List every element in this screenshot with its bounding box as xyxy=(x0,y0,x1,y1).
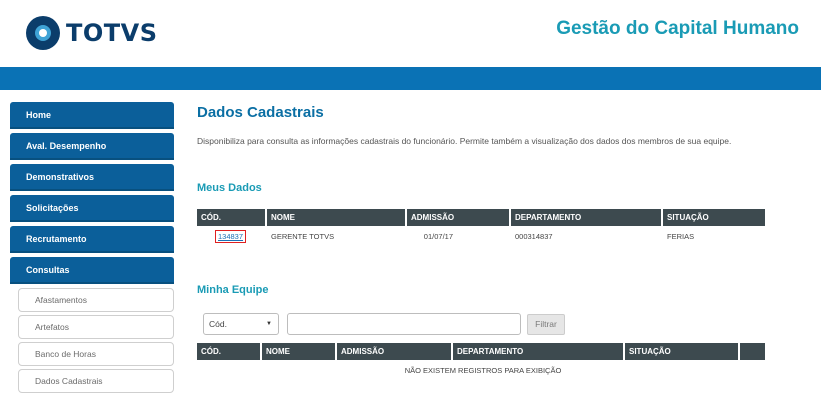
cell-situacao: FERIAS xyxy=(667,231,695,241)
col-header-situacao[interactable]: SITUAÇÃO xyxy=(625,343,740,360)
filter-field-value: Cód. xyxy=(209,319,227,329)
table-header-row: CÓD. NOME ADMISSÃO DEPARTAMENTO SITUAÇÃO xyxy=(197,343,765,360)
cell-departamento: 000314837 xyxy=(515,231,553,241)
totvs-logo-icon xyxy=(26,16,60,50)
cell-cod: 134837 xyxy=(197,226,267,246)
empty-row: NÃO EXISTEM REGISTROS PARA EXIBIÇÃO xyxy=(197,360,765,380)
sidebar-item-solicitacoes[interactable]: Solicitações xyxy=(10,195,174,222)
page: TOTVS Gestão do Capital Humano Home Aval… xyxy=(0,0,821,402)
col-header-nome[interactable]: NOME xyxy=(267,209,407,226)
logo-text: TOTVS xyxy=(66,19,158,47)
submenu-item-dados-cadastrais[interactable]: Dados Cadastrais xyxy=(18,369,174,393)
sidebar-item-consultas[interactable]: Consultas xyxy=(10,257,174,284)
top-bar xyxy=(0,67,821,90)
page-description: Disponibiliza para consulta as informaçõ… xyxy=(197,136,732,146)
sidebar-item-aval-desempenho[interactable]: Aval. Desempenho xyxy=(10,133,174,160)
sidebar-item-recrutamento[interactable]: Recrutamento xyxy=(10,226,174,253)
cell-nome: GERENTE TOTVS xyxy=(271,231,335,241)
sidebar-item-demonstrativos[interactable]: Demonstrativos xyxy=(10,164,174,191)
sidebar: Home Aval. Desempenho Demonstrativos Sol… xyxy=(10,102,174,396)
submenu-item-afastamentos[interactable]: Afastamentos xyxy=(18,288,174,312)
app-title: Gestão do Capital Humano xyxy=(556,18,799,39)
table-row: 134837 GERENTE TOTVS 01/07/17 000314837 … xyxy=(197,226,765,246)
meus-dados-table: CÓD. NOME ADMISSÃO DEPARTAMENTO SITUAÇÃO… xyxy=(197,209,765,246)
caret-down-icon: ▼ xyxy=(266,321,272,327)
cell-admissao: 01/07/17 xyxy=(423,231,453,241)
col-header-extra xyxy=(740,343,765,360)
col-header-departamento[interactable]: DEPARTAMENTO xyxy=(511,209,663,226)
submenu-item-artefatos[interactable]: Artefatos xyxy=(18,315,174,339)
submenu-item-banco-de-horas[interactable]: Banco de Horas xyxy=(18,342,174,366)
empty-message: NÃO EXISTEM REGISTROS PARA EXIBIÇÃO xyxy=(404,365,562,375)
minha-equipe-table: CÓD. NOME ADMISSÃO DEPARTAMENTO SITUAÇÃO… xyxy=(197,343,765,380)
team-filter-bar: Cód. ▼ Filtrar xyxy=(203,313,565,335)
col-header-admissao[interactable]: ADMISSÃO xyxy=(407,209,511,226)
employee-code-link[interactable]: 134837 xyxy=(215,229,247,243)
main-content: Dados Cadastrais Disponibiliza para cons… xyxy=(197,104,807,375)
minha-equipe-title: Minha Equipe xyxy=(197,284,269,296)
col-header-situacao[interactable]: SITUAÇÃO xyxy=(663,209,765,226)
table-header-row: CÓD. NOME ADMISSÃO DEPARTAMENTO SITUAÇÃO xyxy=(197,209,765,226)
col-header-departamento[interactable]: DEPARTAMENTO xyxy=(453,343,625,360)
filter-field-select[interactable]: Cód. ▼ xyxy=(203,313,279,335)
sidebar-item-home[interactable]: Home xyxy=(10,102,174,129)
meus-dados-title: Meus Dados xyxy=(197,182,262,194)
col-header-admissao[interactable]: ADMISSÃO xyxy=(337,343,453,360)
consultas-submenu: Afastamentos Artefatos Banco de Horas Da… xyxy=(10,288,174,393)
col-header-cod[interactable]: CÓD. xyxy=(197,209,267,226)
col-header-cod[interactable]: CÓD. xyxy=(197,343,262,360)
page-title: Dados Cadastrais xyxy=(197,104,324,121)
totvs-logo[interactable]: TOTVS xyxy=(26,16,158,50)
filter-button[interactable]: Filtrar xyxy=(527,313,565,335)
col-header-nome[interactable]: NOME xyxy=(262,343,337,360)
filter-input[interactable] xyxy=(287,313,521,335)
